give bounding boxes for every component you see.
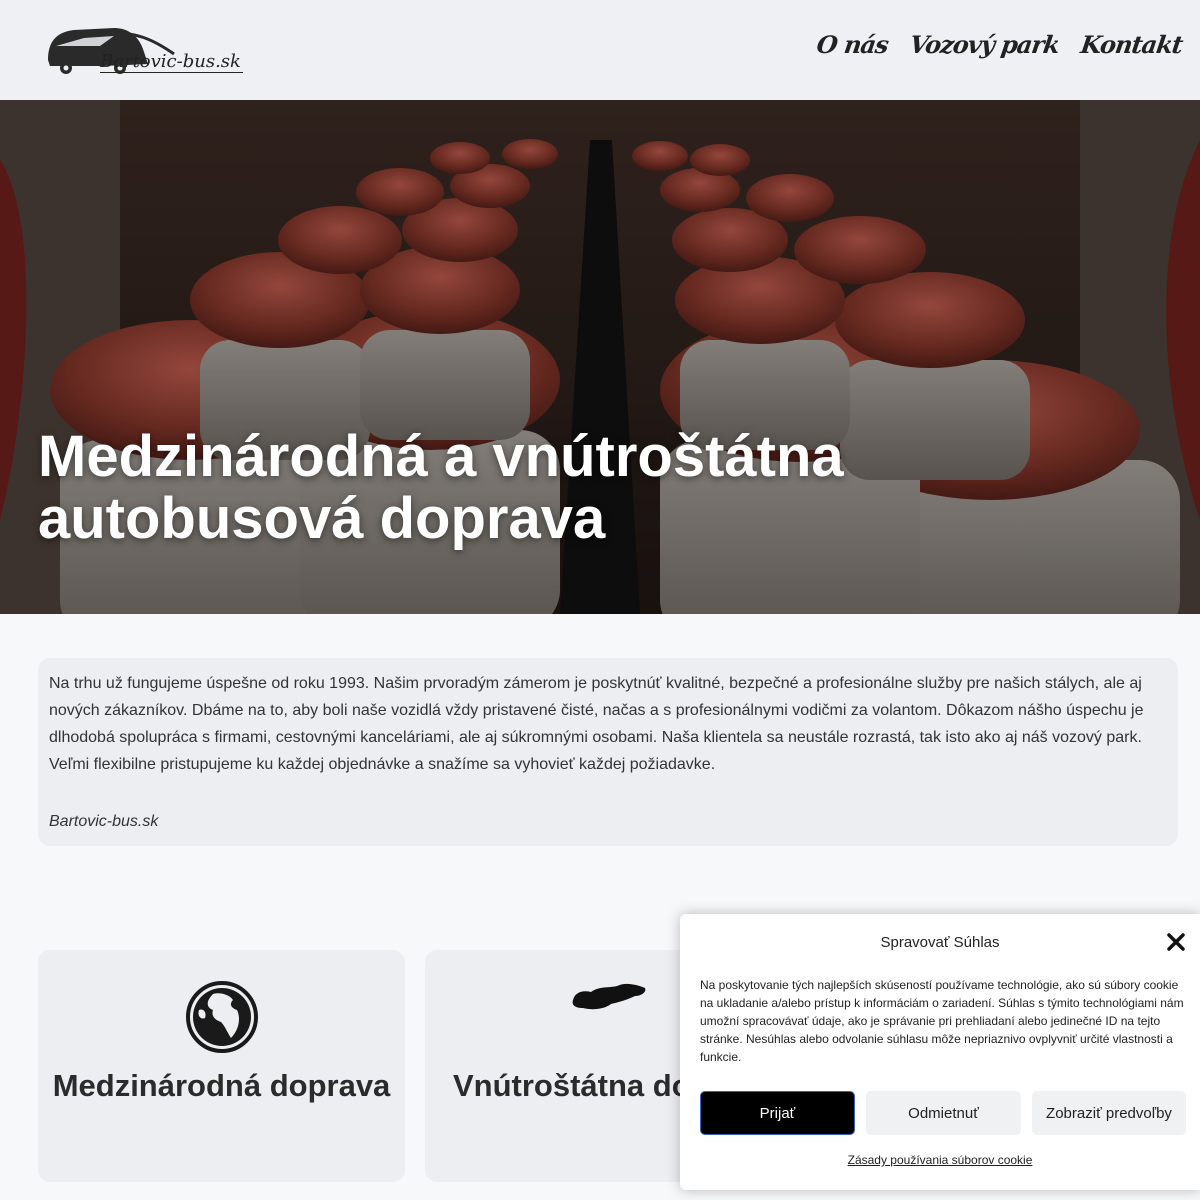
card-international-title: Medzinárodná doprava [52, 1068, 391, 1103]
nav-item-kontakt[interactable]: Kontakt [1079, 30, 1184, 59]
slovakia-map-icon [572, 983, 645, 1010]
hero-title: Medzinárodná a vnútroštátna autobusová d… [38, 426, 938, 550]
nav-item-vozovy-park[interactable]: Vozový park [908, 30, 1061, 59]
cookie-policy-link[interactable]: Zásady používania súborov cookie [680, 1153, 1200, 1167]
accept-button[interactable]: Prijať [700, 1091, 855, 1135]
hero-banner: Medzinárodná a vnútroštátna autobusová d… [0, 100, 1200, 614]
main-nav: O nás Vozový park Kontakt [815, 30, 1184, 59]
consent-title: Spravovať Súhlas [880, 934, 1000, 951]
nav-item-o-nas[interactable]: O nás [815, 30, 890, 59]
preferences-button[interactable]: Zobraziť predvoľby [1032, 1091, 1186, 1135]
logo-text: Bartovic-bus.sk [100, 51, 243, 73]
intro-text: Na trhu už fungujeme úspešne od roku 199… [49, 675, 1144, 773]
intro-signature: Bartovic-bus.sk [49, 813, 159, 830]
site-header: Bartovic-bus.sk O nás Vozový park Kontak… [0, 0, 1200, 100]
close-icon[interactable] [1166, 932, 1186, 952]
consent-text: Na poskytovanie tých najlepších skúsenos… [700, 978, 1184, 1064]
intro-panel: Na trhu už fungujeme úspešne od roku 199… [38, 658, 1178, 846]
globe-icon [185, 981, 258, 1053]
hero-title-line2: autobusová doprava [38, 486, 606, 551]
deny-button[interactable]: Odmietnuť [866, 1091, 1021, 1135]
card-international[interactable]: Medzinárodná doprava [38, 950, 405, 1182]
hero-title-line1: Medzinárodná a vnútroštátna [38, 424, 844, 489]
cookie-consent-dialog: Spravovať Súhlas Na poskytovanie tých na… [680, 914, 1200, 1190]
